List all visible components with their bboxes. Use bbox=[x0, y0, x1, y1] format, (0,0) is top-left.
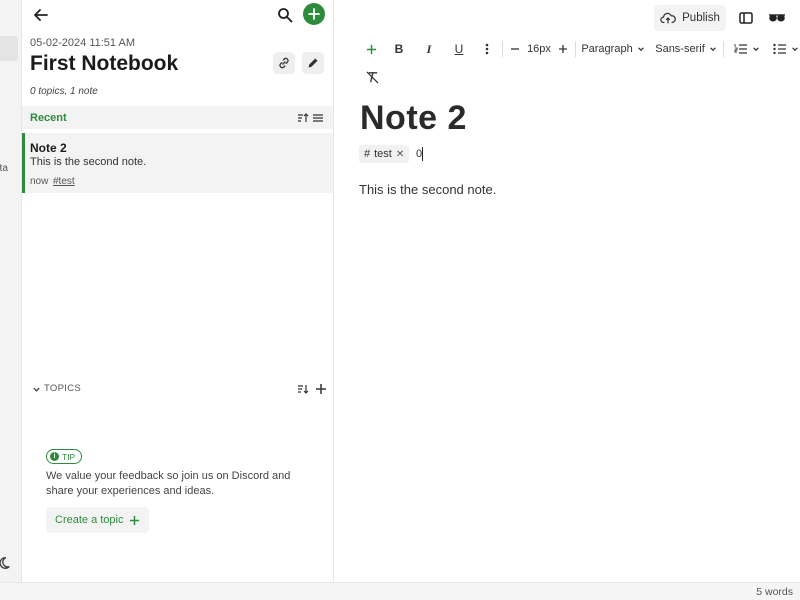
editor-toolbar: B I U 16px Paragraph Sans-serif bbox=[334, 37, 800, 61]
word-count: 5 words bbox=[756, 586, 793, 598]
toolbar-separator bbox=[723, 41, 724, 57]
plus-icon bbox=[366, 44, 376, 54]
italic-icon[interactable]: I bbox=[421, 37, 437, 61]
add-note-button[interactable] bbox=[303, 3, 325, 25]
recent-header: Recent bbox=[22, 106, 333, 129]
note-body[interactable]: This is the second note. bbox=[359, 182, 496, 197]
notebook-pane: 05-02-2024 11:51 AM First Notebook 0 top… bbox=[22, 0, 334, 582]
plus-icon bbox=[316, 384, 326, 394]
note-item-preview: This is the second note. bbox=[30, 156, 147, 168]
plus-icon bbox=[559, 45, 567, 53]
tip-text: We value your feedback so join us on Dis… bbox=[46, 470, 291, 497]
notebook-date: 05-02-2024 11:51 AM bbox=[30, 37, 135, 49]
minus-icon[interactable] bbox=[508, 37, 522, 61]
topics-header[interactable]: TOPICS bbox=[32, 381, 328, 397]
tag-input[interactable] bbox=[416, 146, 476, 162]
note-title[interactable]: Note 2 bbox=[360, 99, 467, 138]
increase-size-button[interactable] bbox=[556, 37, 570, 61]
text-caret bbox=[422, 147, 423, 161]
chevron-down-icon bbox=[753, 47, 759, 52]
clear-formatting-icon[interactable] bbox=[364, 68, 380, 86]
block-type-label: Paragraph bbox=[581, 43, 633, 55]
font-family-label: Sans-serif bbox=[655, 43, 705, 55]
toolbar-separator bbox=[575, 41, 576, 57]
nav-selected-item[interactable] bbox=[0, 36, 18, 61]
list-item[interactable]: Note 2 This is the second note. now #tes… bbox=[22, 133, 333, 193]
tag-hash: # bbox=[364, 148, 371, 160]
bullet-list-icon bbox=[773, 43, 786, 55]
font-family-select[interactable]: Sans-serif bbox=[654, 37, 718, 61]
ordered-list-button[interactable] bbox=[728, 37, 766, 61]
bold-icon[interactable]: B bbox=[391, 37, 407, 61]
font-size-value: 16px bbox=[527, 43, 551, 55]
publish-button[interactable]: Publish bbox=[654, 5, 726, 31]
nav-beta-label: eta bbox=[0, 163, 8, 174]
sort-icon[interactable] bbox=[296, 111, 310, 125]
glasses-icon[interactable] bbox=[764, 5, 790, 31]
sort-icon[interactable] bbox=[296, 382, 310, 396]
pencil-icon bbox=[308, 58, 318, 68]
ordered-list-icon bbox=[734, 44, 747, 54]
chevron-down-icon bbox=[33, 387, 40, 392]
link-button[interactable] bbox=[273, 52, 295, 74]
chevron-down-icon bbox=[637, 47, 644, 52]
close-icon[interactable]: ✕ bbox=[396, 149, 404, 160]
insert-button[interactable] bbox=[363, 37, 379, 61]
note-item-title: Note 2 bbox=[30, 141, 67, 155]
sidebar-toggle-icon[interactable] bbox=[733, 5, 759, 31]
tip-badge: i TIP bbox=[46, 449, 83, 464]
tag-chip[interactable]: # test ✕ bbox=[359, 145, 410, 163]
notebook-meta: 0 topics, 1 note bbox=[30, 86, 98, 97]
list-icon[interactable] bbox=[311, 111, 325, 125]
notebook-title: First Notebook bbox=[30, 52, 179, 75]
nav-strip: eta bbox=[0, 0, 22, 582]
search-icon[interactable] bbox=[274, 4, 296, 26]
publish-label: Publish bbox=[682, 12, 720, 24]
tip-label: TIP bbox=[62, 451, 76, 462]
note-item-tag[interactable]: #test bbox=[53, 176, 75, 187]
bullet-list-button[interactable] bbox=[773, 37, 800, 61]
toolbar-separator bbox=[502, 41, 503, 57]
block-type-select[interactable]: Paragraph bbox=[581, 37, 645, 61]
chevron-down-icon bbox=[709, 47, 716, 52]
plus-icon bbox=[130, 515, 140, 525]
cloud-upload-icon bbox=[660, 12, 676, 24]
topics-label: TOPICS bbox=[44, 383, 81, 394]
note-item-time: now bbox=[30, 176, 49, 187]
moon-icon[interactable] bbox=[0, 556, 11, 570]
info-icon: i bbox=[50, 452, 59, 461]
underline-icon[interactable]: U bbox=[451, 37, 467, 61]
edit-notebook-button[interactable] bbox=[302, 52, 324, 74]
recent-label: Recent bbox=[30, 112, 67, 124]
more-vertical-icon[interactable] bbox=[480, 37, 494, 61]
create-topic-button[interactable]: Create a topic bbox=[46, 507, 150, 533]
create-topic-label: Create a topic bbox=[55, 514, 124, 526]
tag-label: test bbox=[374, 148, 392, 160]
chevron-down-icon bbox=[792, 47, 798, 52]
status-bar: 5 words bbox=[0, 582, 800, 600]
plus-icon bbox=[308, 8, 320, 20]
arrow-left-icon[interactable] bbox=[30, 4, 52, 26]
link-icon bbox=[279, 57, 289, 69]
add-topic-button[interactable] bbox=[314, 382, 328, 396]
